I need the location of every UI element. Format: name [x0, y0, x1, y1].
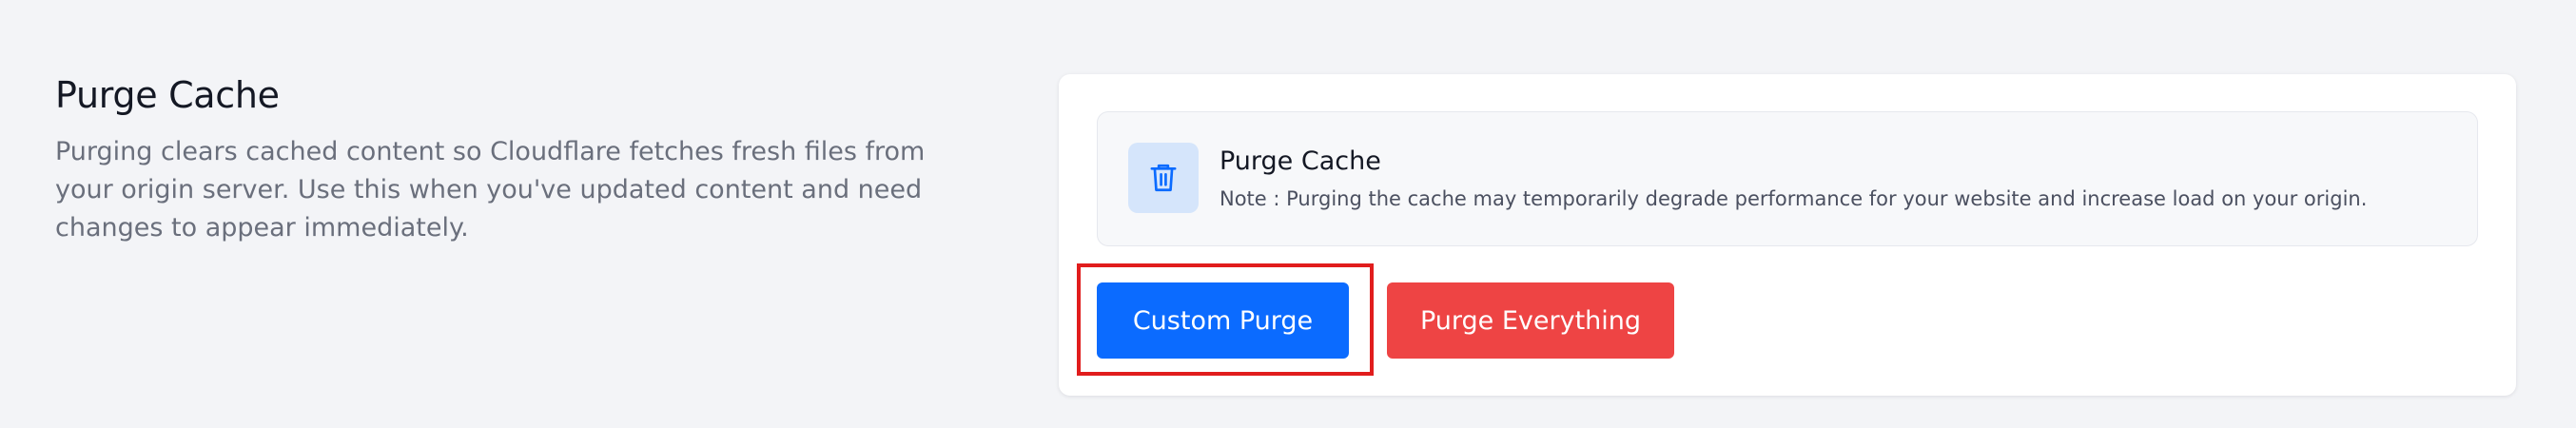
section-description-block: Purge Cache Purging clears cached conten…	[55, 74, 987, 247]
section-title: Purge Cache	[55, 74, 280, 116]
trash-icon	[1150, 164, 1177, 192]
section-description: Purging clears cached content so Cloudfl…	[55, 137, 926, 243]
purge-cache-card: Purge Cache Note : Purging the cache may…	[1059, 74, 2516, 396]
custom-purge-button[interactable]: Custom Purge	[1097, 282, 1349, 359]
trash-icon-tile	[1128, 143, 1199, 213]
purge-cache-notice: Purge Cache Note : Purging the cache may…	[1097, 111, 2478, 246]
notice-title: Purge Cache	[1220, 146, 1381, 176]
purge-everything-button[interactable]: Purge Everything	[1387, 282, 1674, 359]
notice-note: Note : Purging the cache may temporarily…	[1220, 187, 2368, 210]
